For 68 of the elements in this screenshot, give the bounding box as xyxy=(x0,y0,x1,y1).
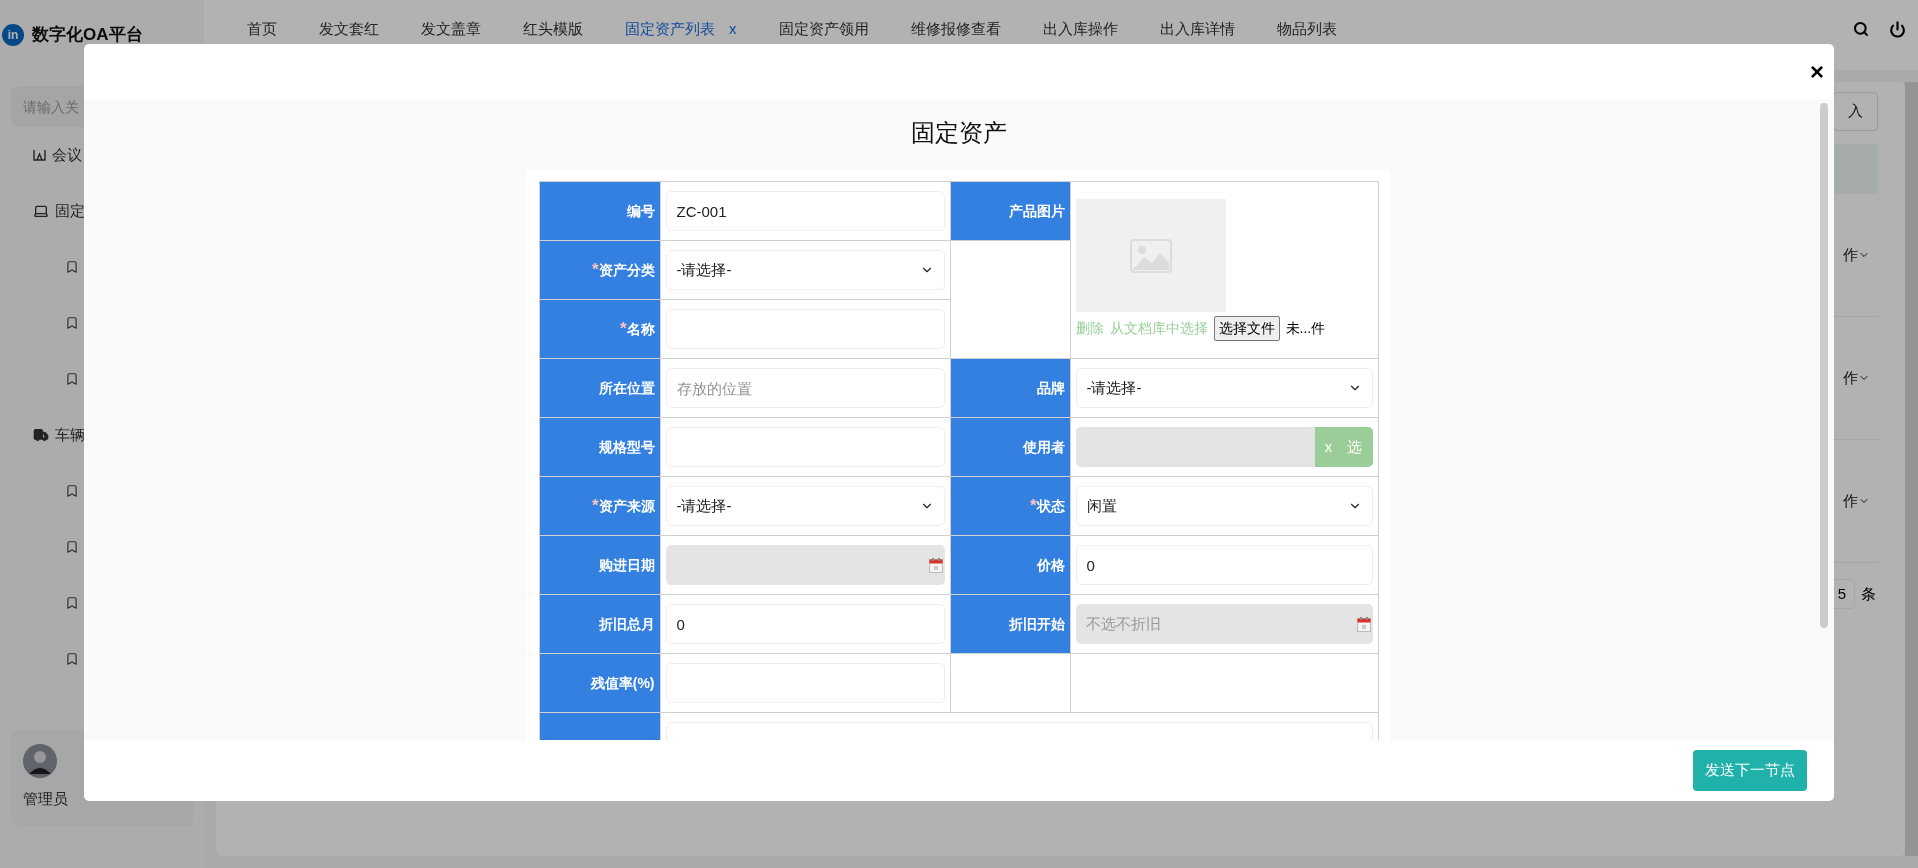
scrollbar[interactable] xyxy=(1905,82,1918,856)
bookmark-icon[interactable] xyxy=(65,596,79,610)
meeting-icon xyxy=(33,149,46,161)
row-action[interactable]: 作 xyxy=(1843,243,1870,267)
search-icon[interactable] xyxy=(1853,21,1869,37)
page-size-unit: 条 xyxy=(1861,583,1876,604)
field-label: 残值率(%) xyxy=(590,674,655,691)
file-button[interactable]: 选择文件 xyxy=(1213,316,1280,341)
field-label: 价格 xyxy=(1036,556,1065,573)
truck-icon xyxy=(33,427,49,443)
field-label: *状态 xyxy=(1029,498,1065,515)
field-label: 折旧开始 xyxy=(1008,615,1065,632)
calendar-icon[interactable] xyxy=(928,557,943,573)
input-field[interactable]: ZC-001 xyxy=(665,191,945,231)
bookmark-icon[interactable] xyxy=(65,484,79,498)
app-title: 数字化OA平台 xyxy=(32,24,143,47)
nav-tab[interactable]: 红头模版 xyxy=(507,17,599,41)
bookmark-icon[interactable] xyxy=(65,260,79,274)
bookmark-icon[interactable] xyxy=(65,540,79,554)
field-label: *名称 xyxy=(619,321,655,338)
user-name: 管理员 xyxy=(23,789,69,809)
field-label: 规格型号 xyxy=(598,438,655,455)
select-field[interactable]: 闲置 xyxy=(1075,486,1373,526)
logo: in xyxy=(2,24,24,46)
field-label: 产品图片 xyxy=(1008,202,1065,219)
laptop-icon xyxy=(33,203,49,219)
field-label: 所在位置 xyxy=(598,379,655,396)
bookmark-icon[interactable] xyxy=(65,316,79,330)
field-label: 购进日期 xyxy=(598,556,655,573)
nav-tab[interactable]: 发文盖章 xyxy=(405,17,497,41)
sidebar-item[interactable]: 车辆 xyxy=(0,407,204,463)
power-icon[interactable] xyxy=(1889,20,1906,38)
nav-tab[interactable]: 首页 xyxy=(231,17,293,41)
file-status: 未...件 xyxy=(1285,319,1326,338)
nav-tab[interactable]: 固定资产列表 x xyxy=(609,17,753,41)
nav-tab[interactable]: 出入库详情 xyxy=(1143,17,1251,41)
bookmark-icon[interactable] xyxy=(65,652,79,666)
select-field[interactable]: -请选择- xyxy=(1075,368,1373,408)
input-field[interactable]: 存放的位置 xyxy=(665,368,945,408)
calendar-icon[interactable] xyxy=(1356,616,1371,632)
row-action[interactable]: 作 xyxy=(1843,489,1870,513)
nav-tab[interactable]: 固定资产领用 xyxy=(762,17,885,41)
row-action[interactable]: 作 xyxy=(1843,366,1870,390)
tab-close-button[interactable]: x xyxy=(729,17,737,41)
input-field[interactable]: 0 xyxy=(1075,545,1373,585)
field-label: 品牌 xyxy=(1036,379,1065,396)
select-field[interactable]: -请选择- xyxy=(665,486,945,526)
user-field[interactable] xyxy=(1075,427,1315,467)
field-label: 使用者 xyxy=(1022,438,1065,455)
nav-tab[interactable]: 物品列表 xyxy=(1260,17,1353,41)
sidebar-item[interactable]: 会议 xyxy=(0,127,204,183)
field-label: *资产分类 xyxy=(591,262,655,279)
date-field[interactable] xyxy=(665,545,945,585)
close-button[interactable]: × xyxy=(1810,60,1824,84)
sidebar-item[interactable]: 固定 xyxy=(0,183,204,239)
nav-tab[interactable]: 发文套红 xyxy=(303,17,395,41)
field-label: 编号 xyxy=(626,202,655,219)
modal-title: 固定资产 xyxy=(911,118,1007,148)
nav-tab[interactable]: 维修报修查看 xyxy=(894,17,1017,41)
field-label: *资产来源 xyxy=(591,498,655,515)
field-label: 折旧总月 xyxy=(598,615,655,632)
import-button[interactable]: 入 xyxy=(1833,92,1878,131)
avatar xyxy=(23,744,57,778)
bookmark-icon[interactable] xyxy=(65,372,79,386)
scrollbar[interactable] xyxy=(1820,103,1828,628)
select-field[interactable]: -请选择- xyxy=(665,250,945,290)
nav-tab[interactable]: 出入库操作 xyxy=(1026,17,1134,41)
input-field[interactable]: 0 xyxy=(665,604,945,644)
